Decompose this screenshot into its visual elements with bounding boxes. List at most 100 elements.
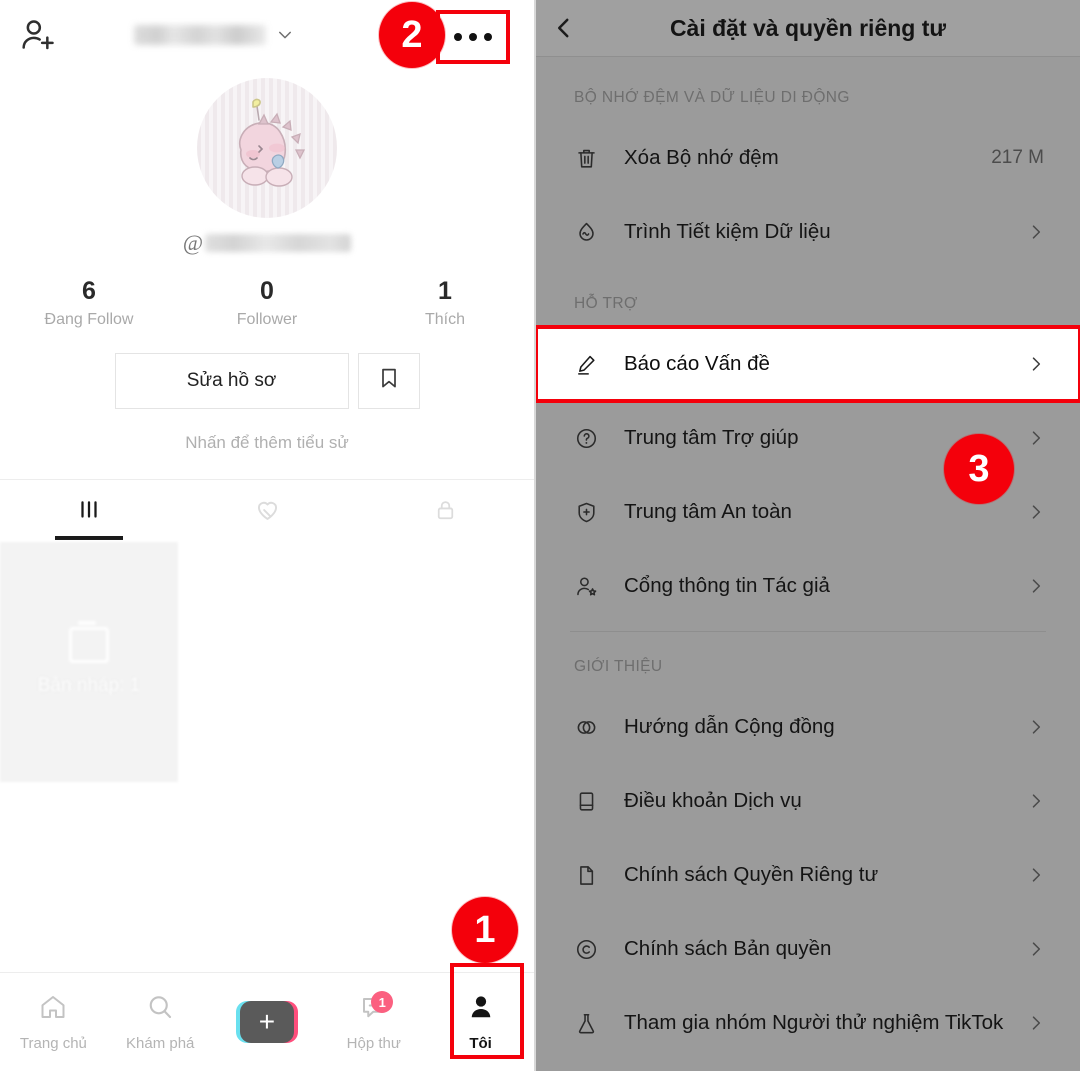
document-icon (574, 863, 610, 888)
posts-tab[interactable] (0, 480, 178, 540)
search-icon (145, 992, 175, 1027)
more-options-button[interactable] (436, 10, 510, 64)
nav-item-inbox[interactable]: 1 Hộp thư (320, 973, 427, 1071)
stat-following[interactable]: 6 Đang Follow (0, 277, 178, 329)
more-options-icon (454, 33, 492, 41)
step-badge-3: 3 (944, 434, 1014, 504)
lock-icon (433, 497, 458, 528)
edit-profile-button[interactable]: Sửa hồ sơ (114, 352, 349, 409)
bookmark-icon (377, 365, 401, 396)
profile-topbar (0, 0, 534, 70)
step-badge-2: 2 (379, 2, 445, 68)
stat-likes[interactable]: 1 Thích (356, 277, 534, 329)
pink-dinosaur-avatar (239, 98, 306, 187)
active-tab-underline (55, 535, 123, 540)
chevron-right-icon (1026, 717, 1046, 737)
settings-row-data-saver[interactable]: Trình Tiết kiệm Dữ liệu (536, 195, 1080, 269)
nav-item-create[interactable]: + (214, 973, 321, 1071)
settings-label-safety-center: Trung tâm An toàn (624, 500, 792, 523)
liked-tab[interactable] (178, 480, 356, 540)
chevron-right-icon (1026, 939, 1046, 959)
settings-row-creator-portal[interactable]: Cổng thông tin Tác giả (536, 549, 1080, 623)
avatar[interactable] (197, 78, 337, 218)
plus-icon: + (258, 1006, 276, 1037)
add-person-icon[interactable] (18, 15, 58, 55)
settings-row-terms-of-service[interactable]: Điều khoản Dịch vụ (536, 764, 1080, 838)
trash-icon (574, 146, 610, 171)
create-core: + (239, 1001, 294, 1043)
settings-label-data-saver: Trình Tiết kiệm Dữ liệu (624, 220, 831, 243)
nav-item-me[interactable]: Tôi (427, 973, 534, 1071)
profile-tabs (0, 478, 534, 540)
avatar-wrap (0, 78, 534, 218)
chevron-down-icon[interactable] (276, 26, 294, 44)
chevron-right-icon (1026, 791, 1046, 811)
nav-item-home[interactable]: Trang chủ (0, 973, 107, 1071)
two-circles-icon (574, 715, 610, 740)
draft-label: Bản nháp: 1 (37, 674, 141, 696)
draft-thumbnail[interactable]: Bản nháp: 1 (0, 541, 178, 782)
chevron-right-icon (1026, 1013, 1046, 1033)
settings-label-report-problem: Báo cáo Vấn đề (624, 352, 770, 375)
section-header-cache: BỘ NHỚ ĐỆM VÀ DỮ LIỆU DI ĐỘNG (574, 89, 850, 106)
bookmark-button[interactable] (357, 352, 420, 409)
settings-list: BỘ NHỚ ĐỆM VÀ DỮ LIỆU DI ĐỘNG Xóa Bộ nhớ… (536, 57, 1080, 1060)
bio-hint[interactable]: Nhấn để thêm tiểu sử (0, 433, 534, 453)
private-tab[interactable] (356, 480, 534, 540)
nav-label-me: Tôi (469, 1035, 492, 1052)
profile-username-selector[interactable] (62, 25, 366, 45)
stat-following-label: Đang Follow (44, 310, 134, 328)
chevron-left-icon (557, 18, 569, 38)
chevron-right-icon (1026, 428, 1046, 448)
settings-row-copyright-policy[interactable]: Chính sách Bản quyền (536, 912, 1080, 986)
nav-label-inbox: Hộp thư (346, 1035, 401, 1052)
bottom-nav: Trang chủ Khám phá + 1 Hộp thư Tôi (0, 972, 534, 1071)
nav-label-home: Trang chủ (19, 1035, 87, 1052)
settings-row-beta-program[interactable]: Tham gia nhóm Người thử nghiệm TikTok (536, 986, 1080, 1060)
person-icon (466, 992, 496, 1027)
page-title: Cài đặt và quyền riêng tư (669, 14, 947, 41)
profile-handle: @ (0, 230, 534, 256)
profile-stats: 6 Đang Follow 0 Follower 1 Thích (0, 277, 534, 329)
stat-followers-count: 0 (260, 277, 274, 305)
settings-row-report-problem[interactable]: Báo cáo Vấn đề (536, 325, 1080, 403)
grid-posts-icon (76, 497, 102, 528)
settings-label-creator-portal: Cổng thông tin Tác giả (624, 574, 830, 597)
person-star-icon (574, 574, 610, 599)
stat-following-count: 6 (82, 277, 96, 305)
flask-icon (574, 1011, 610, 1036)
question-circle-icon (574, 426, 610, 451)
home-icon (38, 992, 68, 1027)
settings-label-beta-program: Tham gia nhóm Người thử nghiệm TikTok (624, 1011, 1004, 1034)
profile-actions: Sửa hồ sơ (0, 352, 534, 409)
chevron-right-icon (1026, 576, 1046, 596)
chevron-right-icon (1026, 222, 1046, 242)
section-header-about: GIỚI THIỆU (574, 658, 663, 675)
nav-label-discover: Khám phá (126, 1035, 195, 1052)
settings-row-privacy-policy[interactable]: Chính sách Quyền Riêng tư (536, 838, 1080, 912)
pencil-icon (574, 352, 610, 377)
settings-label-privacy-policy: Chính sách Quyền Riêng tư (624, 863, 879, 886)
tutorial-screenshot: @ 6 Đang Follow 0 Follower 1 Thích Sửa h… (0, 0, 1080, 1071)
nav-item-discover[interactable]: Khám phá (107, 973, 214, 1071)
draft-stack-icon (69, 620, 109, 663)
settings-row-community-guidelines[interactable]: Hướng dẫn Cộng đồng (536, 690, 1080, 764)
inbox-unread-badge: 1 (371, 991, 394, 1013)
stat-likes-label: Thích (424, 310, 465, 328)
settings-panel: Cài đặt và quyền riêng tư BỘ NHỚ ĐỆM VÀ … (536, 0, 1080, 1071)
back-button[interactable] (536, 0, 592, 56)
chevron-right-icon (1026, 502, 1046, 522)
video-grid: Bản nháp: 1 (0, 541, 534, 782)
section-header-support: HỖ TRỢ (574, 295, 638, 312)
copyright-icon (574, 937, 610, 962)
settings-header: Cài đặt và quyền riêng tư (536, 0, 1080, 57)
settings-label-community-guidelines: Hướng dẫn Cộng đồng (624, 715, 835, 738)
stat-followers[interactable]: 0 Follower (178, 277, 356, 329)
heart-slash-icon (254, 496, 281, 528)
settings-row-clear-cache[interactable]: Xóa Bộ nhớ đệm 217 M (536, 121, 1080, 195)
profile-panel: @ 6 Đang Follow 0 Follower 1 Thích Sửa h… (0, 0, 536, 1071)
create-video-button[interactable]: + (235, 1001, 298, 1043)
stat-likes-count: 1 (438, 277, 452, 305)
at-sign: @ (182, 230, 204, 255)
username-masked (134, 25, 266, 45)
